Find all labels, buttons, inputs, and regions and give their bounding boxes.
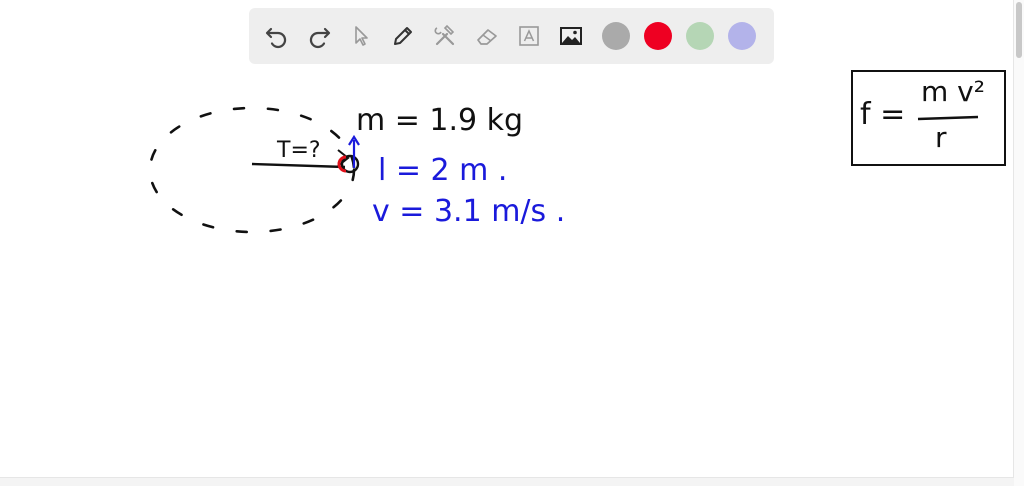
vertical-scrollbar[interactable] (1013, 0, 1024, 486)
formula-numerator: m v² (921, 75, 985, 108)
select-pointer-icon (355, 26, 368, 46)
eraser-icon (477, 29, 497, 45)
redo-button[interactable] (301, 18, 337, 54)
vertical-scroll-thumb[interactable] (1016, 2, 1022, 58)
undo-button[interactable] (259, 18, 295, 54)
image-icon (560, 27, 582, 45)
redo-icon (309, 27, 331, 49)
drawing-toolbar (249, 8, 774, 64)
mass-value: m = 1.9 kg (356, 103, 524, 138)
color-gray-swatch[interactable] (602, 22, 630, 50)
formula-lhs: f = (860, 97, 906, 132)
formula-denominator: r (935, 121, 947, 154)
string-line (251, 162, 346, 169)
color-red-swatch[interactable] (644, 22, 672, 50)
tools-button[interactable] (427, 18, 463, 54)
undo-icon (265, 27, 287, 49)
circular-path (148, 106, 356, 234)
color-lavender-swatch[interactable] (728, 22, 756, 50)
length-value: l = 2 m . (378, 153, 508, 188)
tools-icon (434, 24, 455, 46)
tension-label: T=? (277, 138, 321, 163)
speed-value: v = 3.1 m/s . (372, 194, 566, 229)
horizontal-scrollbar[interactable] (0, 477, 1014, 486)
image-tool[interactable] (553, 18, 589, 54)
text-box-icon (519, 26, 539, 46)
select-tool[interactable] (343, 18, 379, 54)
pen-icon (394, 27, 412, 45)
text-tool[interactable] (511, 18, 547, 54)
color-green-swatch[interactable] (686, 22, 714, 50)
pen-tool[interactable] (385, 18, 421, 54)
eraser-tool[interactable] (469, 18, 505, 54)
